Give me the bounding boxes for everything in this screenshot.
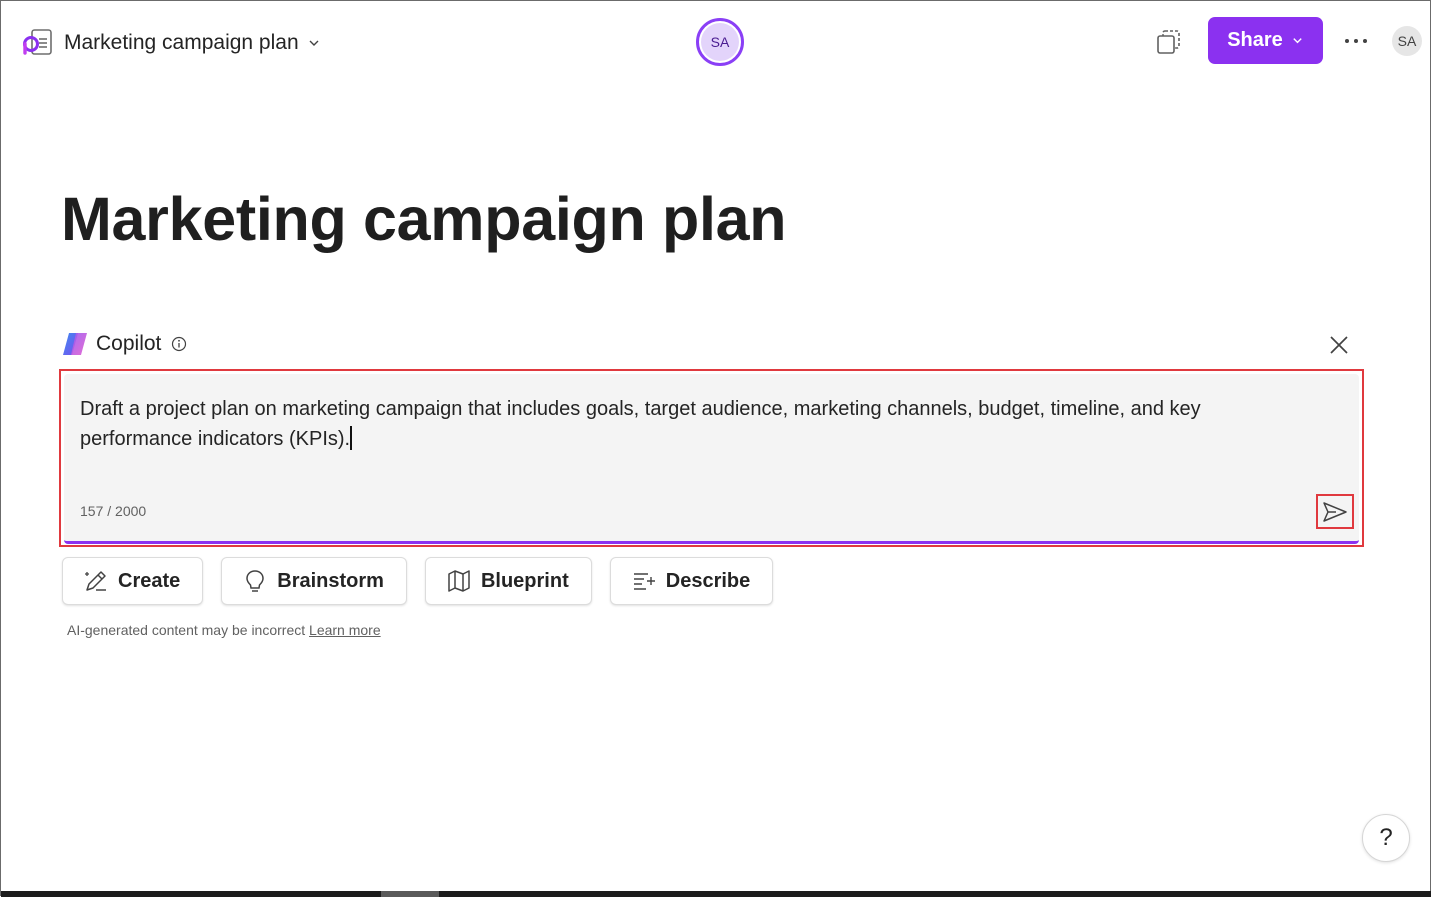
info-icon[interactable]	[171, 336, 187, 352]
chevron-down-icon	[1293, 38, 1302, 44]
loop-page-icon	[23, 29, 52, 55]
prompt-highlight: Draft a project plan on marketing campai…	[59, 369, 1364, 547]
close-icon[interactable]	[1327, 333, 1351, 357]
share-button[interactable]: Share	[1208, 17, 1323, 64]
chip-create[interactable]: Create	[62, 557, 204, 605]
chip-blueprint[interactable]: Blueprint	[424, 557, 592, 605]
prompt-input[interactable]: Draft a project plan on marketing campai…	[64, 374, 1359, 544]
text-sparkle-icon	[633, 573, 655, 590]
chip-describe[interactable]: Describe	[609, 557, 774, 605]
bottom-scrollbar	[1, 891, 1431, 897]
top-bar: Marketing campaign plan SA Share SA	[1, 1, 1430, 83]
chevron-down-icon	[309, 40, 319, 46]
doc-title: Marketing campaign plan	[64, 31, 299, 54]
app-window: Marketing campaign plan SA Share SA Mark…	[0, 0, 1431, 897]
collaborator-initials: SA	[701, 23, 739, 61]
collaborator-avatar[interactable]: SA	[696, 18, 744, 66]
help-button[interactable]: ?	[1362, 814, 1410, 862]
user-avatar[interactable]: SA	[1392, 26, 1422, 56]
text-caret	[350, 426, 352, 450]
scrollbar-thumb[interactable]	[381, 891, 439, 897]
copilot-label: Copilot	[96, 332, 162, 355]
ai-disclaimer: AI-generated content may be incorrect Le…	[67, 622, 381, 638]
chip-label: Describe	[665, 569, 751, 592]
prompt-text[interactable]: Draft a project plan on marketing campai…	[80, 394, 1300, 454]
chip-label: Create	[118, 569, 181, 592]
share-label: Share	[1227, 29, 1283, 51]
send-icon	[1323, 501, 1347, 522]
send-button[interactable]	[1316, 494, 1354, 529]
character-count: 157 / 2000	[80, 503, 147, 519]
chip-label: Blueprint	[480, 569, 569, 592]
pen-sparkle-icon	[85, 571, 106, 591]
map-icon	[448, 570, 470, 592]
chip-brainstorm[interactable]: Brainstorm	[221, 557, 407, 605]
copilot-logo-icon	[63, 333, 87, 355]
copy-component-icon[interactable]	[1154, 27, 1184, 57]
prompt-suggestions: Create Brainstorm Blueprint Describe	[62, 557, 774, 605]
lightbulb-icon	[246, 570, 265, 592]
copilot-header: Copilot	[61, 329, 187, 359]
more-options-icon[interactable]	[1341, 31, 1371, 51]
chip-label: Brainstorm	[277, 569, 384, 592]
learn-more-link[interactable]: Learn more	[309, 622, 381, 638]
page-title[interactable]: Marketing campaign plan	[61, 184, 787, 254]
doc-title-menu[interactable]: Marketing campaign plan	[64, 28, 321, 58]
